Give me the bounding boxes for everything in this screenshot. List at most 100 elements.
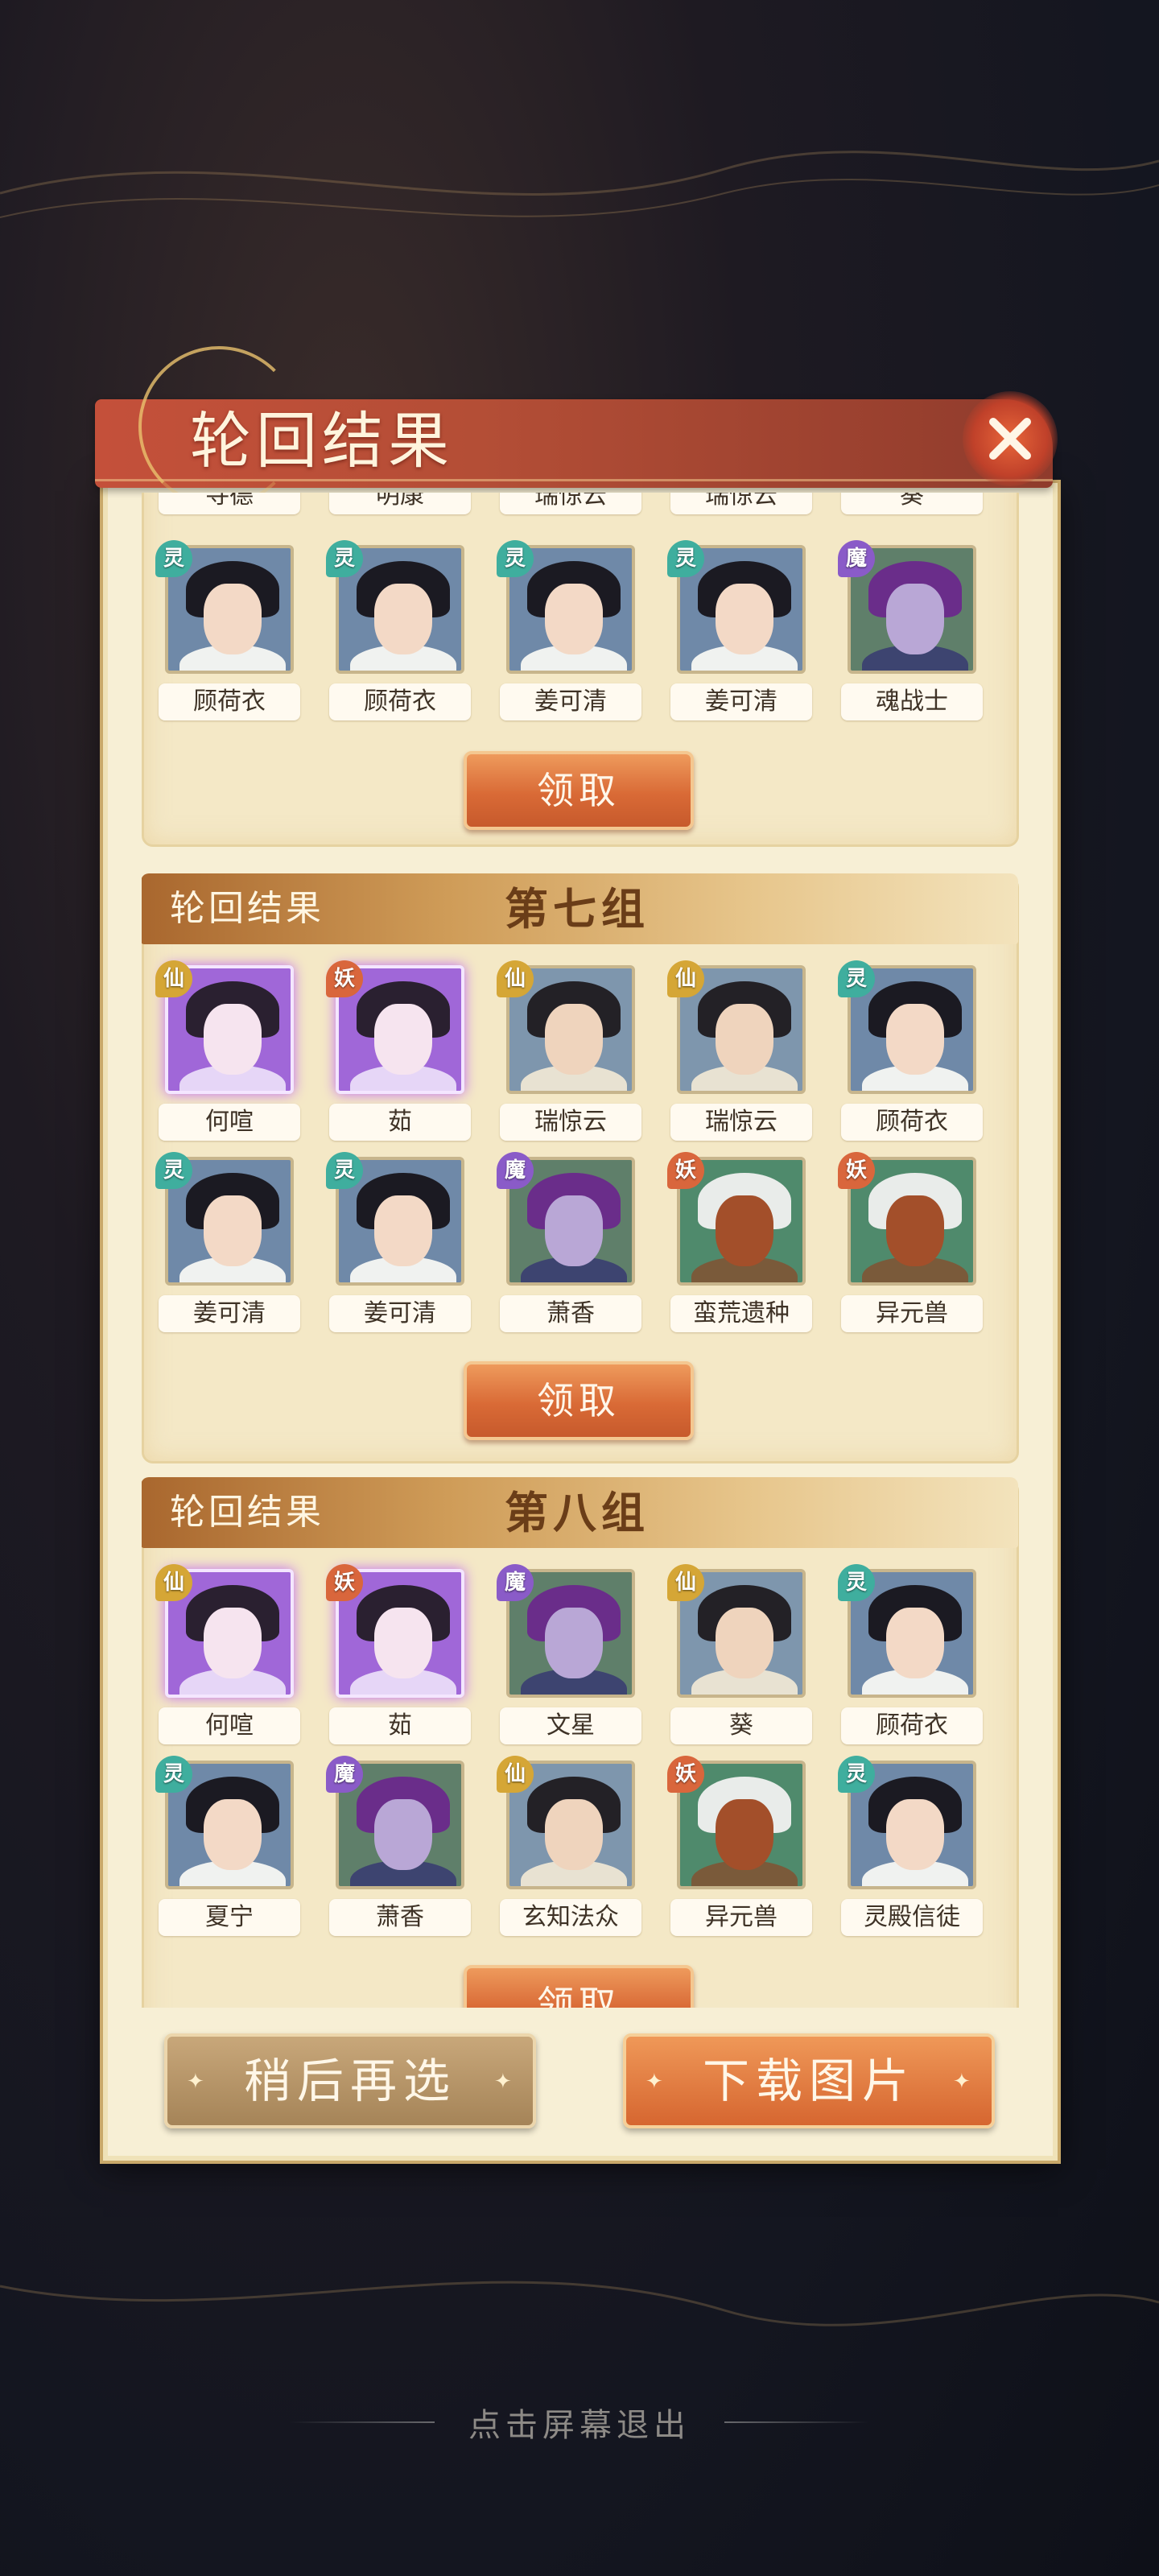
character-card[interactable]: 灵姜可清 — [497, 540, 641, 730]
character-card[interactable]: 仙瑞惊云 — [497, 960, 641, 1150]
group-title: 第八组 — [505, 1487, 650, 1538]
character-card[interactable]: 灵顾荷衣 — [838, 960, 983, 1150]
character-card[interactable]: 妖异元兽 — [667, 1756, 812, 1946]
portrait-face — [374, 584, 432, 654]
character-name: 顾荷衣 — [841, 1707, 983, 1744]
faction-badge-icon: 灵 — [326, 1152, 363, 1189]
character-name: 寻德 — [159, 493, 300, 514]
claim-button[interactable]: 领取 — [464, 1361, 694, 1440]
faction-badge-icon: 仙 — [497, 960, 534, 997]
faction-badge-icon: 灵 — [838, 1756, 875, 1793]
faction-badge-icon: 妖 — [326, 960, 363, 997]
download-image-label: 下载图片 — [702, 2054, 915, 2108]
character-card[interactable]: 灵顾荷衣 — [155, 540, 300, 730]
character-card[interactable]: 灵夏宁 — [155, 1756, 300, 1946]
diamond-ornament-icon: ✦ — [645, 2070, 670, 2094]
background-wave-decoration — [0, 151, 1159, 218]
character-name: 顾荷衣 — [841, 1104, 983, 1141]
character-name: 姜可清 — [670, 683, 812, 720]
group-subtitle: 轮回结果 — [170, 1492, 324, 1533]
character-name: 葵 — [670, 1707, 812, 1744]
diamond-ornament-icon: ✦ — [953, 2070, 977, 2094]
character-name: 顾荷衣 — [159, 683, 300, 720]
character-name: 何喧 — [159, 1104, 300, 1141]
faction-badge-icon: 灵 — [667, 540, 704, 577]
character-name: 文星 — [500, 1707, 641, 1744]
portrait-face — [204, 1195, 262, 1266]
faction-badge-icon: 灵 — [155, 1152, 192, 1189]
character-card[interactable]: 妖茹 — [326, 960, 471, 1150]
character-card[interactable]: 魔文星 — [497, 1564, 641, 1754]
character-card[interactable]: 灵姜可清 — [326, 1152, 471, 1342]
character-name: 萧香 — [500, 1295, 641, 1332]
group-header: 轮回结果 第八组 — [142, 1477, 1018, 1548]
character-name: 明康 — [329, 493, 471, 514]
character-card[interactable]: 仙瑞惊云 — [667, 960, 812, 1150]
character-card[interactable]: 仙何喧 — [155, 960, 300, 1150]
portrait-face — [886, 1004, 944, 1075]
character-card[interactable]: 魔萧香 — [497, 1152, 641, 1342]
character-card[interactable]: 魔萧香 — [326, 1756, 471, 1946]
character-name: 茹 — [329, 1707, 471, 1744]
faction-badge-icon: 灵 — [838, 1564, 875, 1601]
portrait-face — [545, 1004, 603, 1075]
close-x-icon — [989, 418, 1031, 460]
character-name: 顾荷衣 — [329, 683, 471, 720]
close-button[interactable] — [963, 391, 1058, 486]
group-card-partial: 寻德 明康 瑞惊云 瑞惊云葵 灵顾荷衣灵顾荷衣灵姜可清灵姜可清魔魂战士 领取 — [142, 493, 1019, 847]
tap-to-exit-hint[interactable]: 点击屏幕退出 — [0, 2399, 1159, 2446]
portrait-face — [886, 1608, 944, 1678]
faction-badge-icon: 妖 — [667, 1756, 704, 1793]
character-name: 异元兽 — [841, 1295, 983, 1332]
character-name: 瑞惊云 — [670, 493, 812, 514]
faction-badge-icon: 仙 — [667, 1564, 704, 1601]
portrait-face — [374, 1195, 432, 1266]
group-title: 第七组 — [505, 883, 650, 935]
faction-badge-icon: 魔 — [497, 1152, 534, 1189]
claim-button[interactable]: 领取 — [464, 751, 694, 830]
character-card[interactable]: 灵姜可清 — [667, 540, 812, 730]
character-card[interactable]: 灵顾荷衣 — [838, 1564, 983, 1754]
claim-button[interactable]: 领取 — [464, 1965, 694, 2008]
faction-badge-icon: 妖 — [838, 1152, 875, 1189]
character-name: 玄知法众 — [500, 1899, 641, 1936]
dialog-title: 轮回结果 — [190, 405, 454, 477]
portrait-face — [204, 1608, 262, 1678]
faction-badge-icon: 灵 — [838, 960, 875, 997]
character-card[interactable]: 仙何喧 — [155, 1564, 300, 1754]
character-name: 异元兽 — [670, 1899, 812, 1936]
character-card[interactable]: 灵顾荷衣 — [326, 540, 471, 730]
character-name: 姜可清 — [500, 683, 641, 720]
character-card[interactable]: 妖茹 — [326, 1564, 471, 1754]
character-card[interactable]: 妖蛮荒遗种 — [667, 1152, 812, 1342]
portrait-face — [716, 1004, 773, 1075]
results-scroll-area[interactable]: 寻德 明康 瑞惊云 瑞惊云葵 灵顾荷衣灵顾荷衣灵姜可清灵姜可清魔魂战士 领取 轮回结果… — [142, 493, 1019, 2008]
group-card-8: 轮回结果 第八组 仙何喧妖茹魔文星仙葵灵顾荷衣 灵夏宁魔萧香仙玄知法众妖异元兽灵… — [142, 1477, 1019, 2008]
character-card[interactable]: 魔魂战士 — [838, 540, 983, 730]
diamond-ornament-icon: ✦ — [494, 2070, 518, 2094]
faction-badge-icon: 灵 — [326, 540, 363, 577]
character-name: 何喧 — [159, 1707, 300, 1744]
character-card[interactable]: 妖异元兽 — [838, 1152, 983, 1342]
character-card[interactable]: 灵灵殿信徒 — [838, 1756, 983, 1946]
character-card[interactable]: 灵姜可清 — [155, 1152, 300, 1342]
faction-badge-icon: 魔 — [838, 540, 875, 577]
character-card[interactable]: 仙玄知法众 — [497, 1756, 641, 1946]
portrait-face — [716, 584, 773, 654]
character-name: 魂战士 — [841, 683, 983, 720]
faction-badge-icon: 仙 — [497, 1756, 534, 1793]
download-image-button[interactable]: ✦ 下载图片 ✦ — [623, 2033, 995, 2128]
portrait-face — [545, 1799, 603, 1870]
faction-badge-icon: 妖 — [667, 1152, 704, 1189]
portrait-face — [545, 1195, 603, 1266]
character-name: 灵殿信徒 — [841, 1899, 983, 1936]
character-name: 姜可清 — [329, 1295, 471, 1332]
faction-badge-icon: 妖 — [326, 1564, 363, 1601]
choose-later-button[interactable]: ✦ 稍后再选 ✦ — [164, 2033, 536, 2128]
portrait-face — [374, 1004, 432, 1075]
character-name: 茹 — [329, 1104, 471, 1141]
character-card[interactable]: 仙葵 — [667, 1564, 812, 1754]
portrait-face — [886, 1195, 944, 1266]
diamond-ornament-icon: ✦ — [187, 2070, 211, 2094]
portrait-face — [716, 1799, 773, 1870]
